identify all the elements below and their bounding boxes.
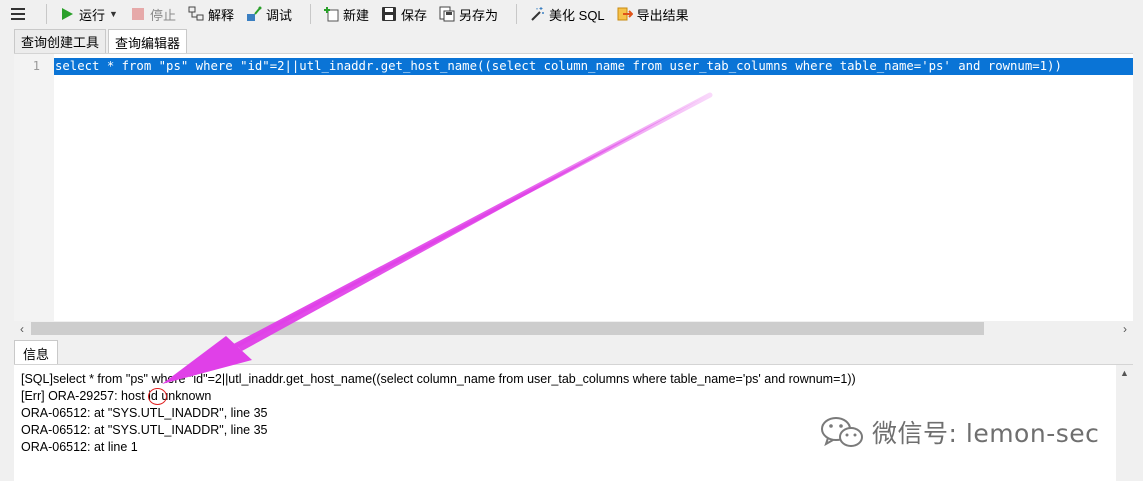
run-dropdown-icon[interactable]: ▼ — [109, 9, 118, 19]
tab-query-builder[interactable]: 查询创建工具 — [14, 29, 107, 53]
menu-icon — [11, 8, 25, 20]
stop-label: 停止 — [149, 7, 176, 23]
save-as-label: 另存为 — [459, 7, 499, 23]
toolbar-divider — [309, 4, 311, 24]
sql-editor[interactable]: 1 select * from "ps" where "id"=2||utl_i… — [14, 53, 1133, 322]
output-tab-strip: 信息 — [14, 340, 59, 365]
tab-info[interactable]: 信息 — [14, 340, 59, 365]
run-label: 运行 — [79, 7, 106, 23]
explain-label: 解释 — [207, 7, 234, 23]
message-vertical-scrollbar[interactable]: ▲ — [1116, 365, 1133, 481]
toolbar: 运行 ▼ 停止 解释 调试 新建 保存 另存为 美化 SQL 导出结果 — [0, 0, 1143, 28]
export-results-button[interactable]: 导出结果 — [613, 2, 693, 26]
toolbar-divider — [46, 4, 47, 24]
new-button[interactable]: 新建 — [319, 2, 373, 26]
scroll-up-icon[interactable]: ▲ — [1116, 365, 1133, 381]
toolbar-divider — [516, 4, 518, 24]
message-line: [Err] ORA-29257: host id unknown — [21, 389, 212, 403]
run-button[interactable]: 运行 ▼ — [55, 2, 122, 26]
watermark: 微信号: lemon-sec — [820, 414, 1099, 450]
new-label: 新建 — [342, 7, 369, 23]
tab-query-editor[interactable]: 查询编辑器 — [108, 29, 188, 54]
message-line: ORA-06512: at "SYS.UTL_INADDR", line 35 — [21, 423, 268, 437]
message-line: ORA-06512: at line 1 — [21, 440, 138, 454]
watermark-text: 微信号: lemon-sec — [872, 419, 1100, 448]
scroll-left-icon[interactable]: ‹ — [14, 321, 30, 336]
beautify-sql-button[interactable]: 美化 SQL — [525, 2, 609, 26]
line-number: 1 — [32, 59, 40, 73]
magic-wand-icon — [529, 6, 545, 22]
save-as-button[interactable]: 另存为 — [435, 2, 502, 26]
save-icon — [381, 6, 397, 22]
save-button[interactable]: 保存 — [377, 2, 431, 26]
export-icon — [617, 6, 633, 22]
explain-button[interactable]: 解释 — [184, 2, 238, 26]
editor-tab-strip: 查询创建工具 查询编辑器 — [14, 29, 189, 54]
play-icon — [59, 6, 75, 22]
message-line: [SQL]select * from "ps" where "id"=2||ut… — [21, 372, 856, 386]
debug-icon — [246, 6, 262, 22]
beautify-sql-label: 美化 SQL — [549, 7, 605, 23]
debug-button[interactable]: 调试 — [242, 2, 296, 26]
new-icon — [323, 6, 339, 22]
export-results-label: 导出结果 — [636, 7, 689, 23]
debug-label: 调试 — [265, 7, 292, 23]
menu-button[interactable] — [0, 0, 36, 28]
explain-icon — [188, 6, 204, 22]
editor-horizontal-scrollbar[interactable]: ‹ › — [14, 321, 1133, 336]
selected-code-line[interactable]: select * from "ps" where "id"=2||utl_ina… — [54, 58, 1133, 75]
highlight-circle — [148, 388, 167, 405]
stop-icon — [130, 6, 146, 22]
save-as-icon — [439, 6, 455, 22]
save-label: 保存 — [401, 7, 428, 23]
scroll-right-icon[interactable]: › — [1117, 321, 1133, 336]
wechat-icon — [821, 417, 863, 447]
stop-button[interactable]: 停止 — [126, 2, 180, 26]
scrollbar-thumb[interactable] — [31, 322, 984, 335]
line-number-gutter: 1 — [14, 54, 54, 322]
message-line: ORA-06512: at "SYS.UTL_INADDR", line 35 — [21, 406, 268, 420]
